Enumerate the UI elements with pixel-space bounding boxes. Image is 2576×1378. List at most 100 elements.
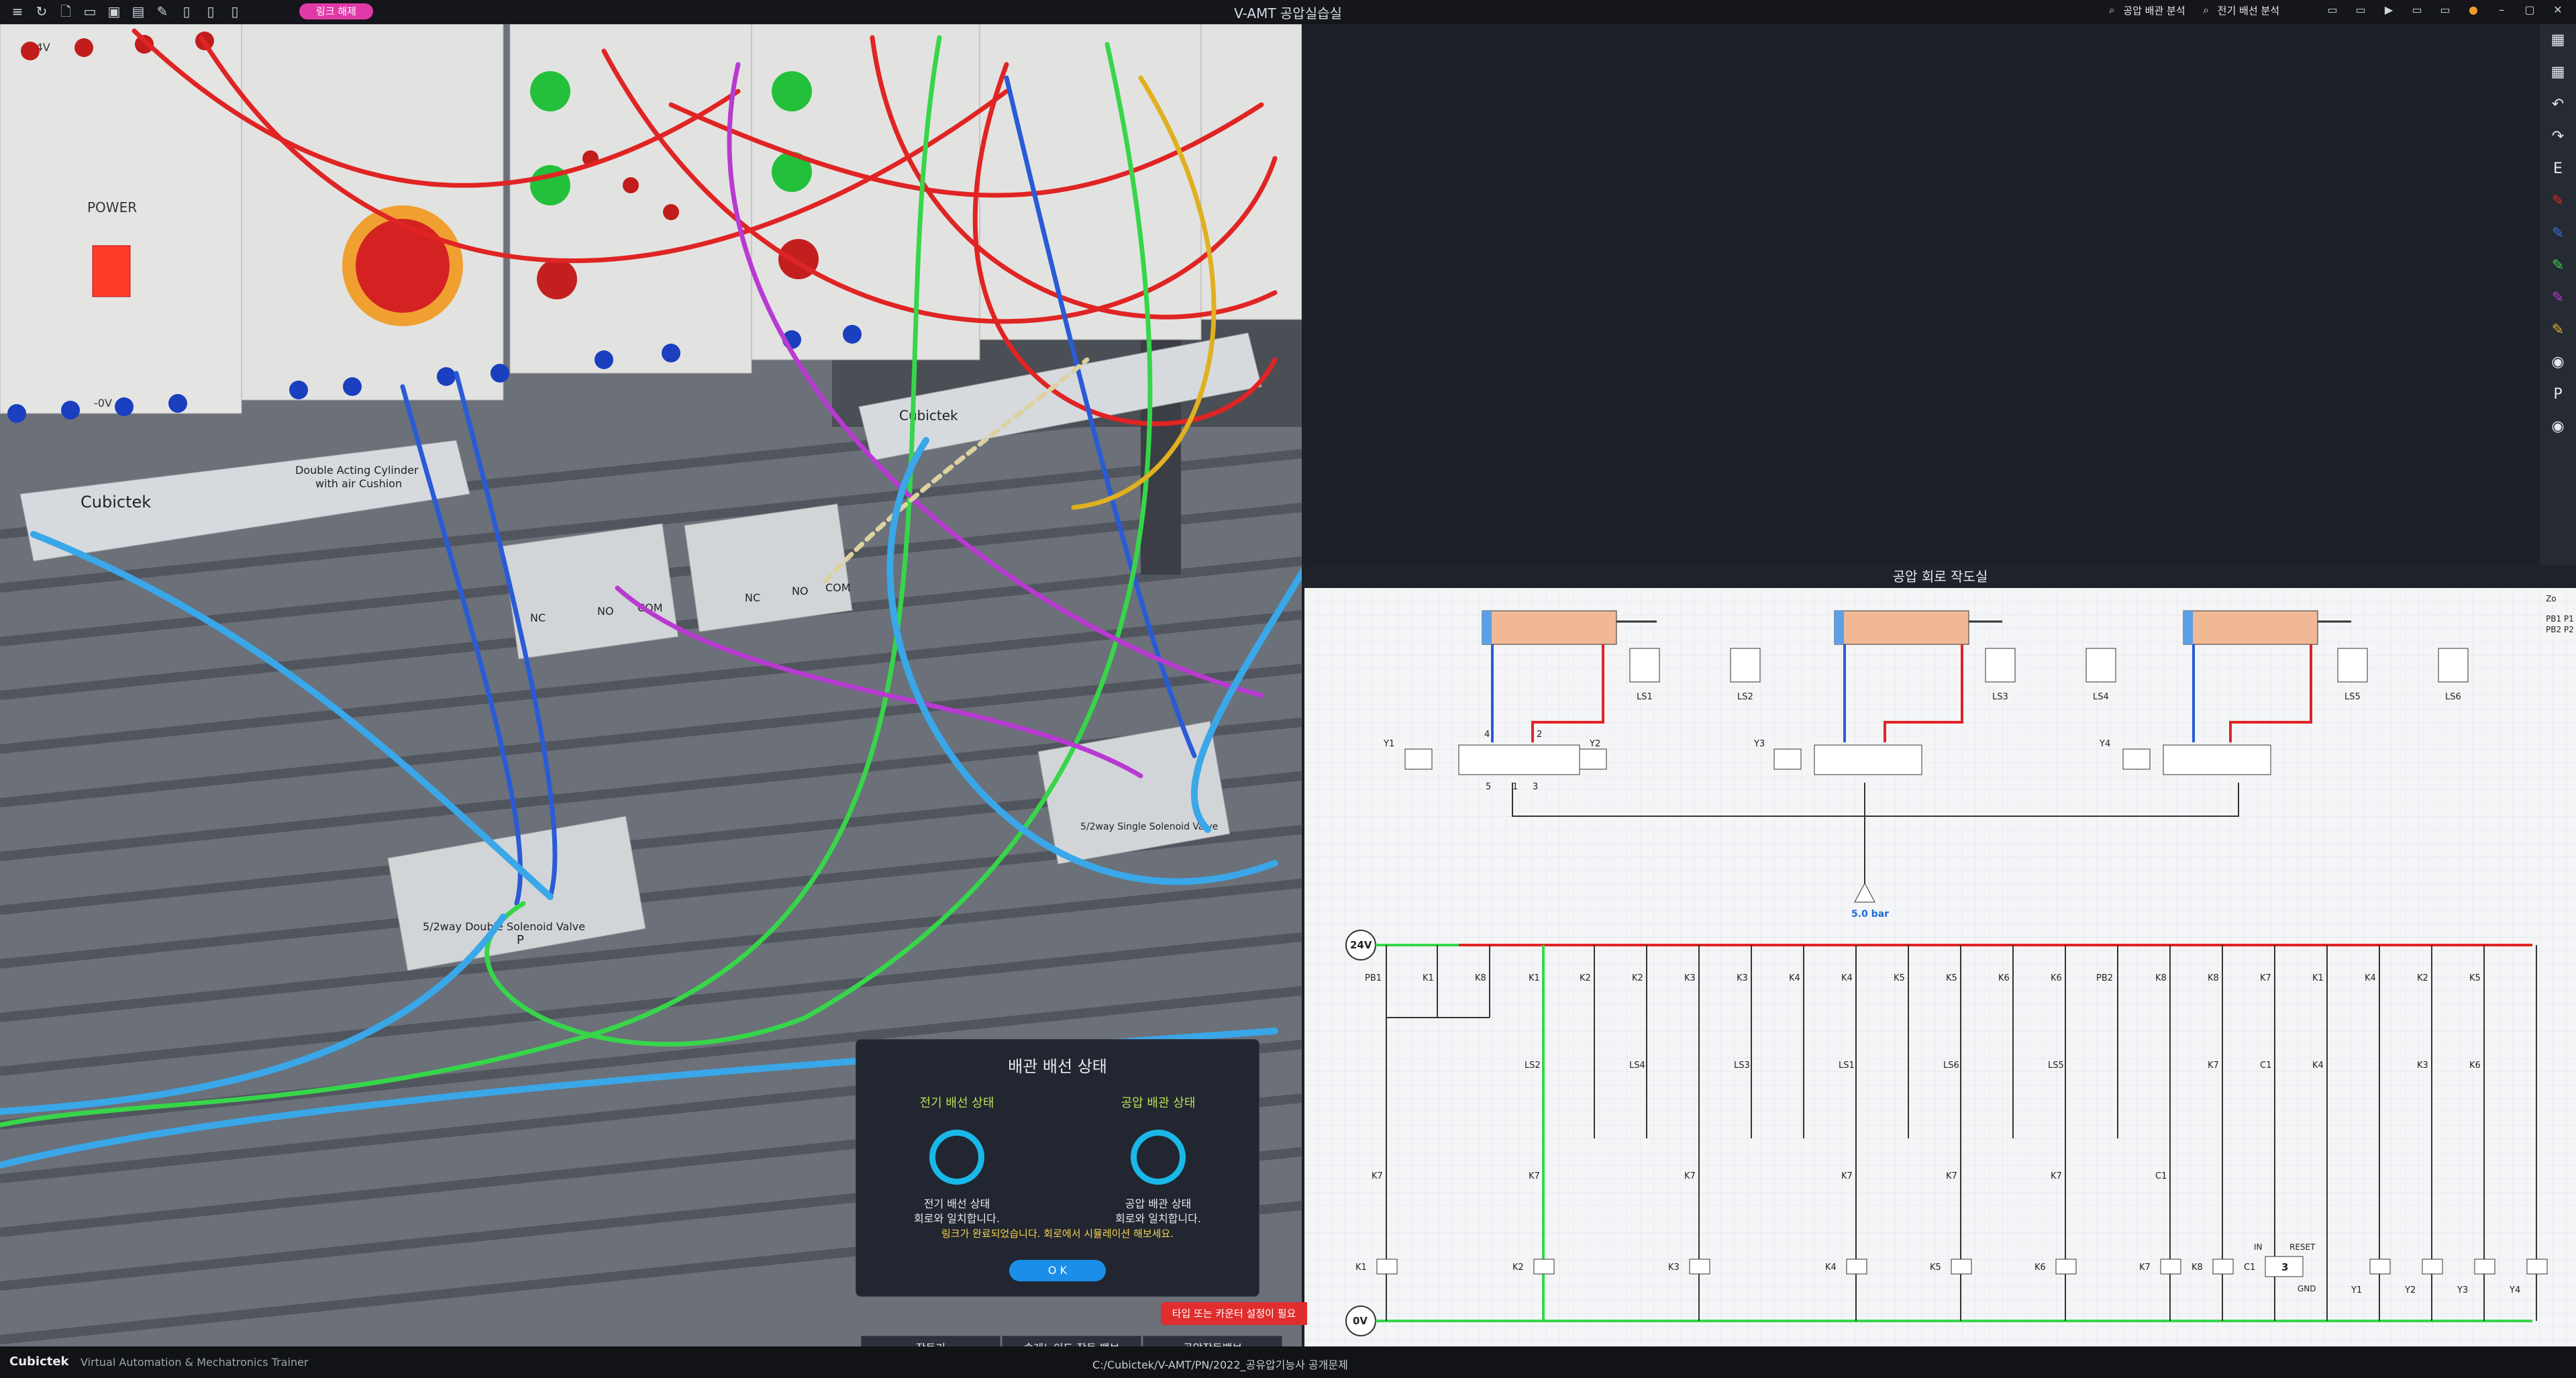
c-c1: C1 (2260, 1061, 2271, 1071)
coil-k5: K5 (1930, 1263, 1941, 1273)
top-right-menu: ⌕ 공압 배관 분석 ⌕ 전기 배선 분석 ▭ ▭ ▶ ▭ ▭ ● – ▢ ✕ (2104, 3, 2565, 17)
c-k4b: K4 (1841, 973, 1853, 983)
c3-k7c: K7 (1684, 1171, 1696, 1181)
coil-k8: K8 (2192, 1263, 2203, 1273)
pneumatic-analysis-button[interactable]: ⌕ 공압 배관 분석 (2104, 3, 2185, 17)
ls1-label: LS1 (1637, 692, 1653, 702)
schematic-canvas[interactable]: Zo PB1 P1 PB2 P2 LS1 LS2 LS3 LS4 LS5 LS6 (1304, 588, 2576, 1346)
cyl1-brand: Cubictek (81, 493, 151, 511)
electric-status-ring (929, 1130, 984, 1185)
c3-k7a: K7 (1372, 1171, 1383, 1181)
c-ls4: LS4 (1629, 1061, 1645, 1071)
blue-probe-icon[interactable]: ✎ (2540, 217, 2576, 250)
v1-port3: 3 (1533, 782, 1538, 792)
yellow-probe-icon[interactable]: ✎ (2540, 314, 2576, 346)
sw2-no: NO (792, 585, 809, 597)
electric-mode-icon[interactable]: E (2540, 153, 2576, 185)
c-k1b: K1 (1529, 973, 1540, 983)
cyl1-label2: with air Cushion (315, 477, 402, 490)
ok-button[interactable]: O K (1009, 1260, 1106, 1281)
c-k7b: K7 (2208, 1061, 2219, 1071)
chat-icon[interactable]: ▭ (2325, 3, 2340, 17)
counter-reset: RESET (2289, 1242, 2316, 1252)
pneumatic-cylinders (1482, 610, 2351, 645)
help-icon[interactable]: ● (2466, 3, 2481, 17)
window-icon[interactable]: ▭ (2438, 3, 2453, 17)
c-ls2: LS2 (1525, 1061, 1541, 1071)
c-k2b: K2 (1632, 973, 1643, 983)
valve2-label: 5/2way Single Solenoid Valve (1080, 822, 1218, 832)
c3-k7e: K7 (1946, 1171, 1957, 1181)
ls4-label: LS4 (2093, 692, 2109, 702)
hint-banner: 타입 또는 카운터 설정이 필요 (1161, 1302, 1307, 1325)
pneumatic-mode-icon[interactable]: P (2540, 379, 2576, 411)
eye-icon[interactable]: ◉ (2540, 346, 2576, 379)
counter-value: 3 (2281, 1261, 2288, 1273)
c-k4c: K4 (2365, 973, 2376, 983)
layout-icon[interactable]: ▦ (2540, 24, 2576, 56)
cyl2-brand: Cubictek (899, 407, 958, 424)
corner-pb1: PB1 P1 (2546, 614, 2574, 624)
cubictek-logo: Cubictek (9, 1355, 69, 1369)
0v-label: 0V (1353, 1315, 1368, 1327)
coil-c1: C1 (2244, 1263, 2255, 1273)
lock-icon[interactable]: ▭ (2410, 3, 2424, 17)
c-k8b: K8 (2155, 973, 2167, 983)
c3-k7b: K7 (1529, 1171, 1540, 1181)
24v-label: 24V (1350, 939, 1372, 951)
chat2-icon[interactable]: ▭ (2353, 3, 2368, 17)
wiring-status-dialog: 배관 배선 상태 전기 배선 상태 전기 배선 상태 회로와 일치합니다. 공압… (856, 1039, 1259, 1297)
c-k6: K6 (1998, 973, 2010, 983)
project-path: C:/Cubictek/V-AMT/PN/2022_공유압기능사 공개문제 (1092, 1359, 1348, 1371)
search-icon: ⌕ (2203, 3, 2210, 16)
electric-status: 전기 배선 상태 전기 배선 상태 회로와 일치합니다. (856, 1093, 1058, 1226)
c-k6b: K6 (2051, 973, 2062, 983)
y1-label: Y1 (1383, 739, 1394, 749)
pneumatic-status: 공압 배관 상태 공압 배관 상태 회로와 일치합니다. (1058, 1093, 1259, 1226)
ls6-label: LS6 (2445, 692, 2461, 702)
window-max-icon[interactable]: ▢ (2522, 3, 2537, 17)
coil-k3: K3 (1668, 1263, 1680, 1273)
electric-analysis-button[interactable]: ⌕ 전기 배선 분석 (2199, 3, 2279, 17)
pneumatic-status-heading: 공압 배관 상태 (1121, 1096, 1196, 1110)
c-ls5: LS5 (2048, 1061, 2064, 1071)
green-probe-icon[interactable]: ✎ (2540, 250, 2576, 282)
valve1-label: 5/2way Double Solenoid Valve (423, 920, 585, 933)
layout2-icon[interactable]: ▦ (2540, 56, 2576, 89)
undo-icon[interactable]: ↶ (2540, 89, 2576, 121)
sw1-no: NO (597, 605, 614, 618)
sw2-com: COM (825, 581, 851, 594)
close-icon[interactable]: ✕ (2551, 3, 2565, 17)
c-k2c: K2 (2417, 973, 2428, 983)
coil-k7: K7 (2139, 1263, 2151, 1273)
window-min-icon[interactable]: – (2494, 3, 2509, 17)
schematic-panel[interactable]: 공압 회로 작도실 Zo PB1 P1 PB2 P2 LS1 LS2 LS3 L… (1304, 565, 2576, 1346)
c-k4d: K4 (2312, 1061, 2324, 1071)
coil-y2: Y2 (2404, 1285, 2416, 1295)
counter-gnd: GND (2298, 1284, 2316, 1293)
y3-label: Y3 (1753, 739, 1765, 749)
electric-analysis-label: 전기 배선 분석 (2217, 4, 2279, 17)
sw1-nc: NC (530, 611, 546, 624)
pneumatic-analysis-label: 공압 배관 분석 (2123, 4, 2185, 17)
purple-probe-icon[interactable]: ✎ (2540, 282, 2576, 314)
camera-icon[interactable]: ▶ (2381, 3, 2396, 17)
c-k5c: K5 (2469, 973, 2481, 983)
schematic-title: 공압 회로 작도실 (1304, 565, 2576, 588)
redo-icon[interactable]: ↷ (2540, 121, 2576, 153)
coil-y3: Y3 (2457, 1285, 2468, 1295)
ls5-label: LS5 (2345, 692, 2361, 702)
dialog-message: 링크가 완료되었습니다. 회로에서 시뮬레이션 해보세요. (941, 1228, 1174, 1240)
eye2-icon[interactable]: ◉ (2540, 411, 2576, 443)
valve1-p: P (517, 933, 524, 947)
search-icon: ⌕ (2108, 3, 2115, 16)
c-k5: K5 (1894, 973, 1905, 983)
cyl1-label: Double Acting Cylinder (295, 464, 419, 477)
ls3-label: LS3 (1992, 692, 2008, 702)
red-probe-icon[interactable]: ✎ (2540, 185, 2576, 217)
status-bar: Cubictek Virtual Automation & Mechatroni… (0, 1346, 2576, 1378)
coil-k6: K6 (2034, 1263, 2046, 1273)
c-k1: K1 (1423, 973, 1434, 983)
emergency-stop-button[interactable] (356, 219, 450, 313)
c-ls1: LS1 (1839, 1061, 1855, 1071)
